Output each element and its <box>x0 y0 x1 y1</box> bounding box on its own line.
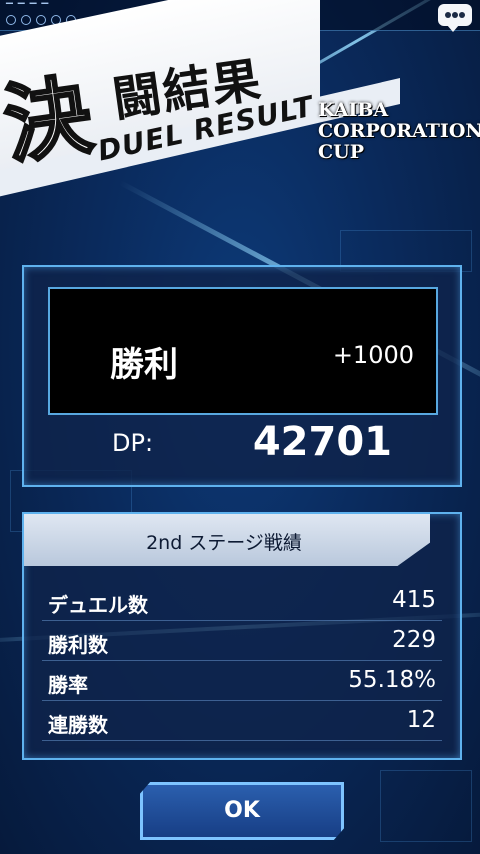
stat-label: 連勝数 <box>48 713 108 737</box>
title-kanji-big: 決 <box>0 63 99 178</box>
result-outcome: 勝利 <box>110 345 178 385</box>
stat-label: 勝利数 <box>48 633 108 657</box>
stats-header: 2nd ステージ戦績 <box>24 514 430 566</box>
stat-value: 415 <box>392 587 436 613</box>
event-name-line3: CUP <box>318 141 364 163</box>
stat-value: 55.18% <box>348 667 436 693</box>
event-name: KAIBA CORPORATION CUP <box>318 99 480 163</box>
stat-label: デュエル数 <box>48 593 148 617</box>
stats-panel: 2nd ステージ戦績 デュエル数 415 勝利数 229 勝率 55.18% 連… <box>22 512 462 760</box>
circuit-pattern <box>380 770 472 842</box>
stat-row-wins: 勝利数 229 <box>42 620 442 661</box>
ok-button[interactable]: OK <box>140 782 344 840</box>
stat-row-streak: 連勝数 12 <box>42 700 442 741</box>
stat-row-duels: デュエル数 415 <box>42 580 442 621</box>
stat-value: 229 <box>392 627 436 653</box>
chat-bubble-icon[interactable] <box>438 4 472 32</box>
event-name-line2: CORPORATION <box>318 120 480 142</box>
stat-label: 勝率 <box>48 673 88 697</box>
dp-change: +1000 <box>332 341 414 369</box>
event-name-line1: KAIBA <box>318 99 389 121</box>
status-glyphs: ▔ ▔ ▔ ▔ <box>6 4 50 14</box>
result-panel: 勝利 +1000 DP: 42701 <box>22 265 462 487</box>
dp-total: 42701 <box>252 419 392 465</box>
ok-button-label: OK <box>224 798 260 823</box>
stat-row-win-rate: 勝率 55.18% <box>42 660 442 701</box>
stat-value: 12 <box>406 707 436 733</box>
stats-header-text: 2nd ステージ戦績 <box>146 532 302 554</box>
result-box: 勝利 +1000 <box>48 287 438 415</box>
dp-label: DP: <box>112 429 154 457</box>
